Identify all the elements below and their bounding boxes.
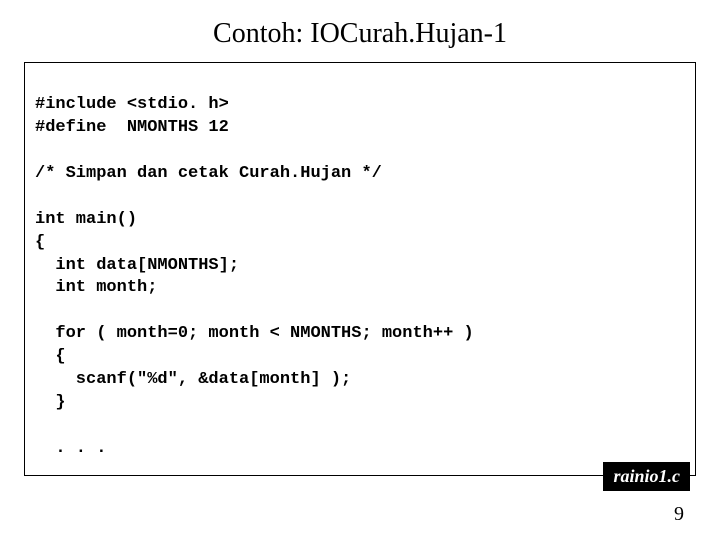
code-line: . . . xyxy=(35,439,106,458)
code-line: { xyxy=(35,233,45,252)
page-number: 9 xyxy=(674,503,684,526)
code-line: for ( month=0; month < NMONTHS; month++ … xyxy=(35,324,474,343)
code-line: int main() xyxy=(35,210,137,229)
code-block: #include <stdio. h> #define NMONTHS 12 /… xyxy=(24,62,696,476)
code-line: scanf("%d", &data[month] ); xyxy=(35,370,351,389)
code-line: { xyxy=(35,347,66,366)
code-line: } xyxy=(35,393,66,412)
code-line: /* Simpan dan cetak Curah.Hujan */ xyxy=(35,164,382,183)
file-label-badge: rainio1.c xyxy=(603,462,690,491)
slide-title: Contoh: IOCurah.Hujan-1 xyxy=(0,0,720,62)
code-line: #include <stdio. h> xyxy=(35,95,229,114)
code-line: #define NMONTHS 12 xyxy=(35,118,229,137)
code-line: int month; xyxy=(35,278,157,297)
code-line: int data[NMONTHS]; xyxy=(35,256,239,275)
